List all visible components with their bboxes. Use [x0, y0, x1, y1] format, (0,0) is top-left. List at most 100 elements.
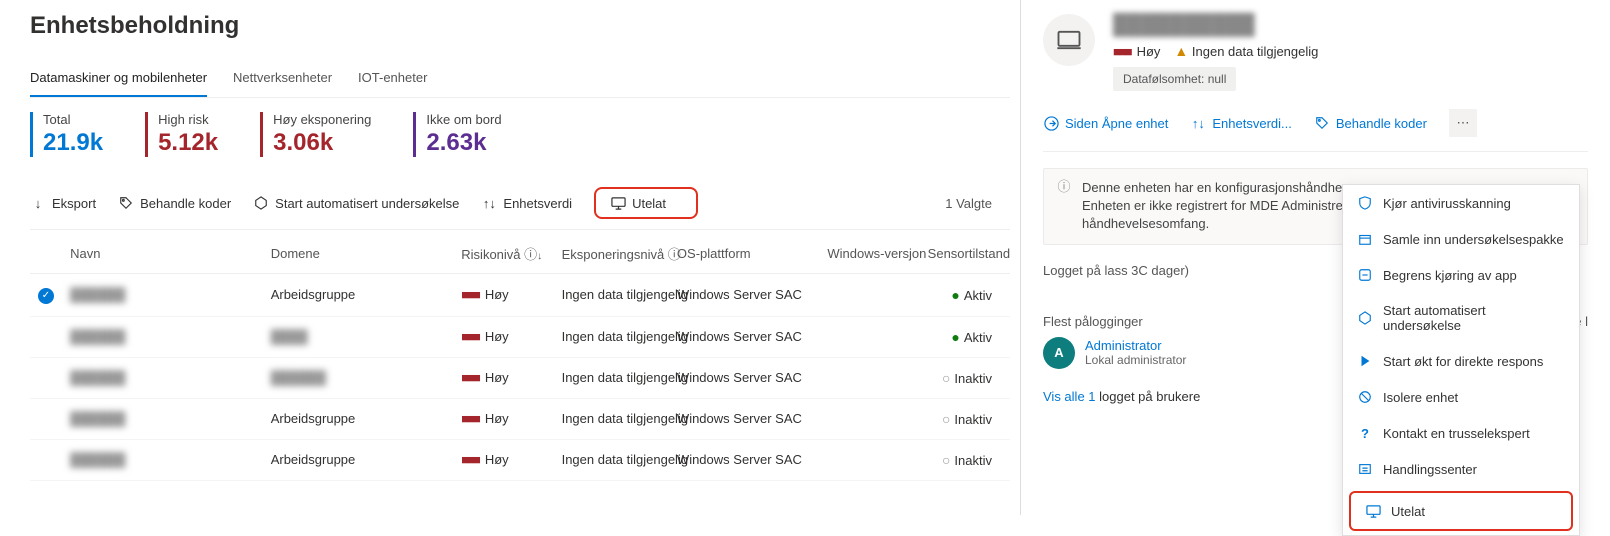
table-row[interactable]: ████████████■■■HøyIngen data tilgjengeli…: [30, 357, 1010, 398]
menu-item-6[interactable]: ?Kontakt en trusselekspert: [1343, 415, 1579, 451]
tab-0[interactable]: Datamaskiner og mobilenheter: [30, 64, 207, 97]
exposure-cell: Ingen data tilgjengelig: [554, 357, 669, 398]
panel-device-value-label: Enhetsverdi...: [1212, 116, 1292, 131]
domain-cell: Arbeidsgruppe: [263, 274, 454, 317]
manage-tags-button[interactable]: Behandle koder: [118, 195, 231, 211]
kpi-0[interactable]: Total21.9k: [30, 112, 103, 157]
device-value-label: Enhetsverdi: [503, 196, 572, 211]
risk-cell: ■■■Høy: [453, 316, 553, 357]
windows-cell: [819, 439, 919, 480]
menu-item-5[interactable]: Isolere enhet: [1343, 379, 1579, 415]
package-icon: [1357, 231, 1373, 247]
th-exposure[interactable]: Eksponeringsnivå ⓘ: [554, 234, 669, 274]
open-device-button[interactable]: Siden Åpne enhet: [1043, 115, 1168, 131]
status-active-icon: ●: [951, 329, 959, 345]
page-title: Enhetsbeholdning: [30, 12, 1010, 40]
sort-icon: ↑↓: [481, 195, 497, 211]
menu-item-1[interactable]: Samle inn undersøkelsespakke: [1343, 221, 1579, 257]
tab-2[interactable]: IOT-enheter: [358, 64, 427, 97]
hex-icon: [1357, 310, 1373, 326]
toolbar: ↓ Eksport Behandle koder Start automatis…: [30, 177, 1010, 230]
device-name-cell: ██████: [70, 411, 125, 426]
device-exposure: ▲ Ingen data tilgjengelig: [1174, 43, 1318, 59]
device-name: ██████████: [1113, 14, 1318, 37]
tag-icon: [1314, 115, 1330, 131]
domain-cell: Arbeidsgruppe: [263, 439, 454, 480]
th-name[interactable]: Navn: [62, 234, 263, 274]
kpi-2[interactable]: Høy eksponering3.06k: [260, 112, 371, 157]
status-active-icon: ●: [951, 287, 959, 303]
th-domain[interactable]: Domene: [263, 234, 454, 274]
export-button[interactable]: ↓ Eksport: [30, 195, 96, 211]
risk-cell: ■■■Høy: [453, 439, 553, 480]
sort-icon: ↑↓: [1190, 115, 1206, 131]
table-row[interactable]: ██████Arbeidsgruppe■■■HøyIngen data tilg…: [30, 398, 1010, 439]
restrict-icon: [1357, 267, 1373, 283]
more-actions-button[interactable]: ⋯: [1449, 109, 1477, 137]
kpi-3[interactable]: Ikke om bord2.63k: [413, 112, 501, 157]
shield-icon: [1357, 195, 1373, 211]
start-investigation-button[interactable]: Start automatisert undersøkelse: [253, 195, 459, 211]
ellipsis-icon: ⋯: [1456, 115, 1469, 131]
play-icon: [1357, 353, 1373, 369]
domain-cell: ██████: [263, 357, 454, 398]
tab-1[interactable]: Nettverksenheter: [233, 64, 332, 97]
selected-count: 1 Valgte: [945, 196, 1010, 211]
help-icon: ?: [1357, 425, 1373, 441]
action-icon: [1357, 461, 1373, 477]
status-inactive-icon: ○: [942, 411, 950, 427]
open-device-label: Siden Åpne enhet: [1065, 116, 1168, 131]
th-windows[interactable]: Windows-versjon: [819, 234, 919, 274]
menu-item-7[interactable]: Handlingssenter: [1343, 451, 1579, 487]
domain-cell: Arbeidsgruppe: [263, 398, 454, 439]
status-inactive-icon: ○: [942, 370, 950, 386]
os-cell: Windows Server SAC: [669, 316, 819, 357]
menu-item-0[interactable]: Kjør antivirusskanning: [1343, 185, 1579, 221]
exposure-cell: Ingen data tilgjengelig: [554, 316, 669, 357]
exposure-cell: Ingen data tilgjengelig: [554, 439, 669, 480]
sensor-cell: ○Inaktiv: [920, 439, 1010, 480]
tabs: Datamaskiner og mobilenheter Nettverksenh…: [30, 64, 1010, 98]
os-cell: Windows Server SAC: [669, 439, 819, 480]
os-cell: Windows Server SAC: [669, 274, 819, 317]
th-risk[interactable]: Risikonivå ⓘ↓: [453, 234, 553, 274]
sensor-cell: ○Inaktiv: [920, 398, 1010, 439]
manage-tags-label: Behandle koder: [140, 196, 231, 211]
avatar: A: [1043, 337, 1075, 369]
th-os[interactable]: OS-plattform: [669, 234, 819, 274]
domain-cell: ████: [263, 316, 454, 357]
hexagon-icon: [253, 195, 269, 211]
monitor-exclude-icon: [610, 195, 626, 211]
device-name-cell: ██████: [70, 329, 125, 344]
menu-item-2[interactable]: Begrens kjøring av app: [1343, 257, 1579, 293]
exposure-cell: Ingen data tilgjengelig: [554, 274, 669, 317]
th-sensor[interactable]: Sensortilstand: [920, 234, 1010, 274]
warning-icon: ▲: [1174, 43, 1188, 59]
panel-device-value-button[interactable]: ↑↓ Enhetsverdi...: [1190, 115, 1292, 131]
table-row[interactable]: ✓██████Arbeidsgruppe■■■HøyIngen data til…: [30, 274, 1010, 317]
panel-manage-tags-button[interactable]: Behandle koder: [1314, 115, 1427, 131]
menu-item-4[interactable]: Start økt for direkte respons: [1343, 343, 1579, 379]
arrow-right-circle-icon: [1043, 115, 1059, 131]
windows-cell: [819, 398, 919, 439]
actions-dropdown: Kjør antivirusskanningSamle inn undersøk…: [1342, 184, 1580, 536]
menu-item-8[interactable]: Utelat: [1349, 491, 1573, 531]
device-value-button[interactable]: ↑↓ Enhetsverdi: [481, 195, 572, 211]
windows-cell: [819, 274, 919, 317]
sensor-cell: ●Aktiv: [920, 274, 1010, 317]
menu-item-3[interactable]: Start automatisert undersøkelse: [1343, 293, 1579, 343]
table-row[interactable]: ██████ Arbeidsgruppe■■■HøyIngen data tilg…: [30, 439, 1010, 480]
user-name[interactable]: Administrator: [1085, 338, 1186, 353]
table-row[interactable]: ██████████■■■HøyIngen data tilgjengeligW…: [30, 316, 1010, 357]
sensitivity-pill: Datafølsomhet: null: [1113, 67, 1236, 91]
exclude-button[interactable]: Utelat: [594, 187, 698, 219]
sensor-cell: ○Inaktiv: [920, 357, 1010, 398]
exposure-cell: Ingen data tilgjengelig: [554, 398, 669, 439]
risk-cell: ■■■Høy: [453, 274, 553, 317]
windows-cell: [819, 357, 919, 398]
device-risk: ■■■Høy: [1113, 44, 1160, 59]
kpi-1[interactable]: High risk5.12k: [145, 112, 218, 157]
device-name-cell: ██████: [70, 452, 125, 467]
checked-icon[interactable]: ✓: [38, 288, 54, 304]
os-cell: Windows Server SAC: [669, 398, 819, 439]
